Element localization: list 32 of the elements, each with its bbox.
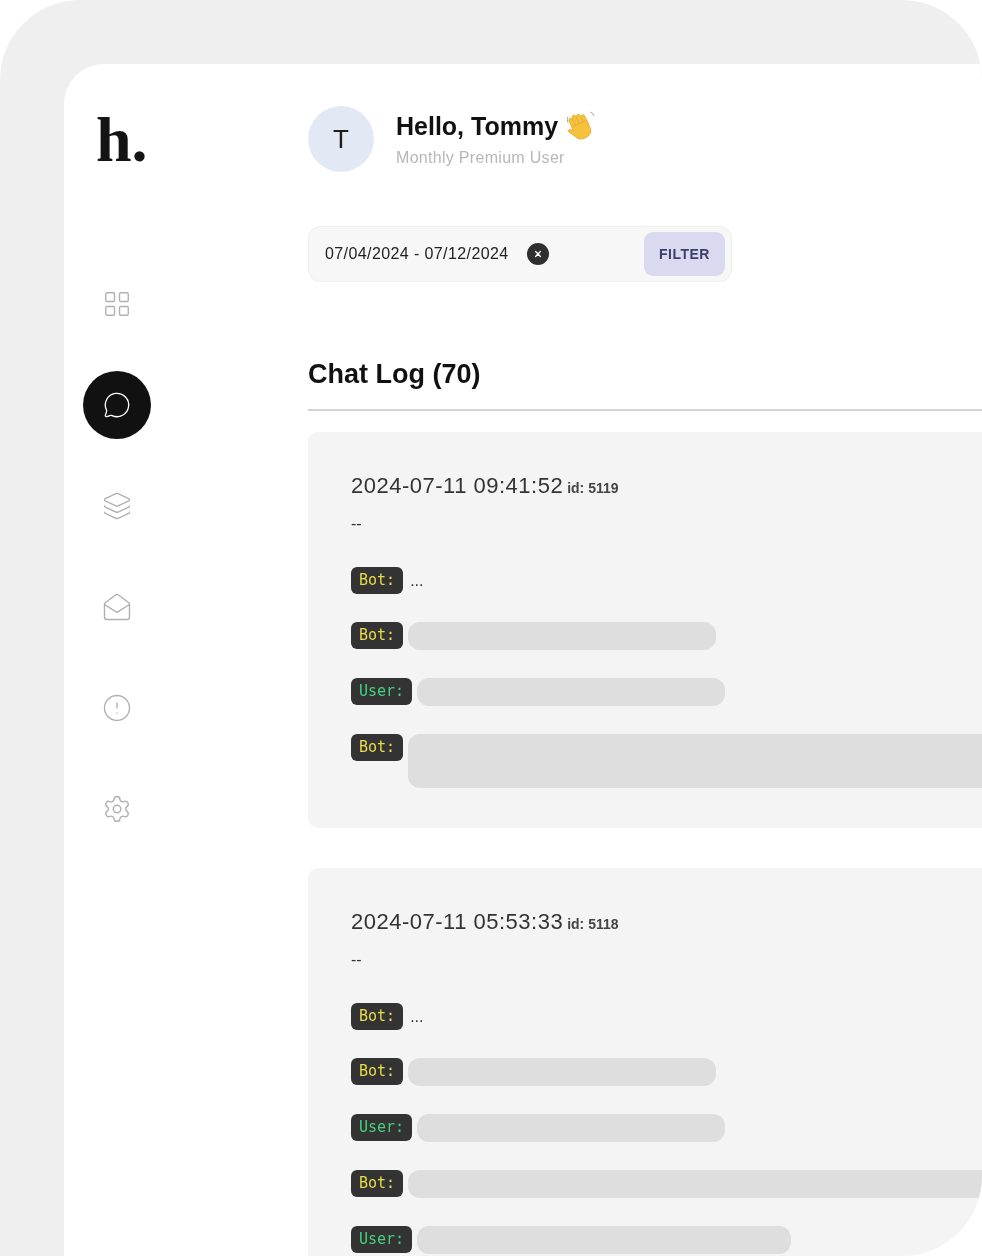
speaker-tag: Bot: [351, 1058, 404, 1085]
mail-icon [102, 592, 132, 622]
speaker-tag: Bot: [351, 567, 404, 594]
layers-icon [102, 491, 132, 521]
settings-icon [102, 794, 132, 824]
alert-icon [102, 693, 132, 723]
plan-subtitle: Monthly Premium User [396, 148, 566, 168]
log-timestamp: 2024-07-11 09:41:52 [351, 472, 564, 500]
date-range-field[interactable]: 07/04/2024 - 07/12/2024 [315, 236, 519, 272]
speaker-tag: User: [351, 1226, 413, 1253]
clear-icon[interactable] [526, 243, 549, 265]
logo: h. [96, 108, 148, 172]
speaker-tag: Bot: [351, 734, 404, 761]
log-id: id: 5119 [567, 479, 619, 498]
speaker-tag: Bot: [351, 1170, 404, 1197]
speaker-tag: Bot: [351, 1003, 404, 1030]
message-text: ... [410, 1007, 424, 1027]
speaker-tag: User: [351, 1114, 413, 1141]
waving-hand-icon [564, 110, 596, 141]
log-summary: -- [351, 950, 362, 970]
speaker-tag: User: [351, 678, 413, 705]
log-id: id: 5118 [567, 915, 619, 934]
avatar: T [308, 106, 374, 172]
chat-bubble-icon [103, 391, 131, 419]
log-summary: -- [351, 514, 362, 534]
section-title: Chat Log (70) [308, 358, 481, 390]
message-text: ... [410, 571, 424, 591]
grid-icon [102, 289, 132, 319]
speaker-tag: Bot: [351, 622, 404, 649]
greeting-title: Hello, Tommy [396, 110, 559, 141]
log-timestamp: 2024-07-11 05:53:33 [351, 908, 564, 936]
filter-button[interactable]: FILTER [644, 232, 725, 276]
